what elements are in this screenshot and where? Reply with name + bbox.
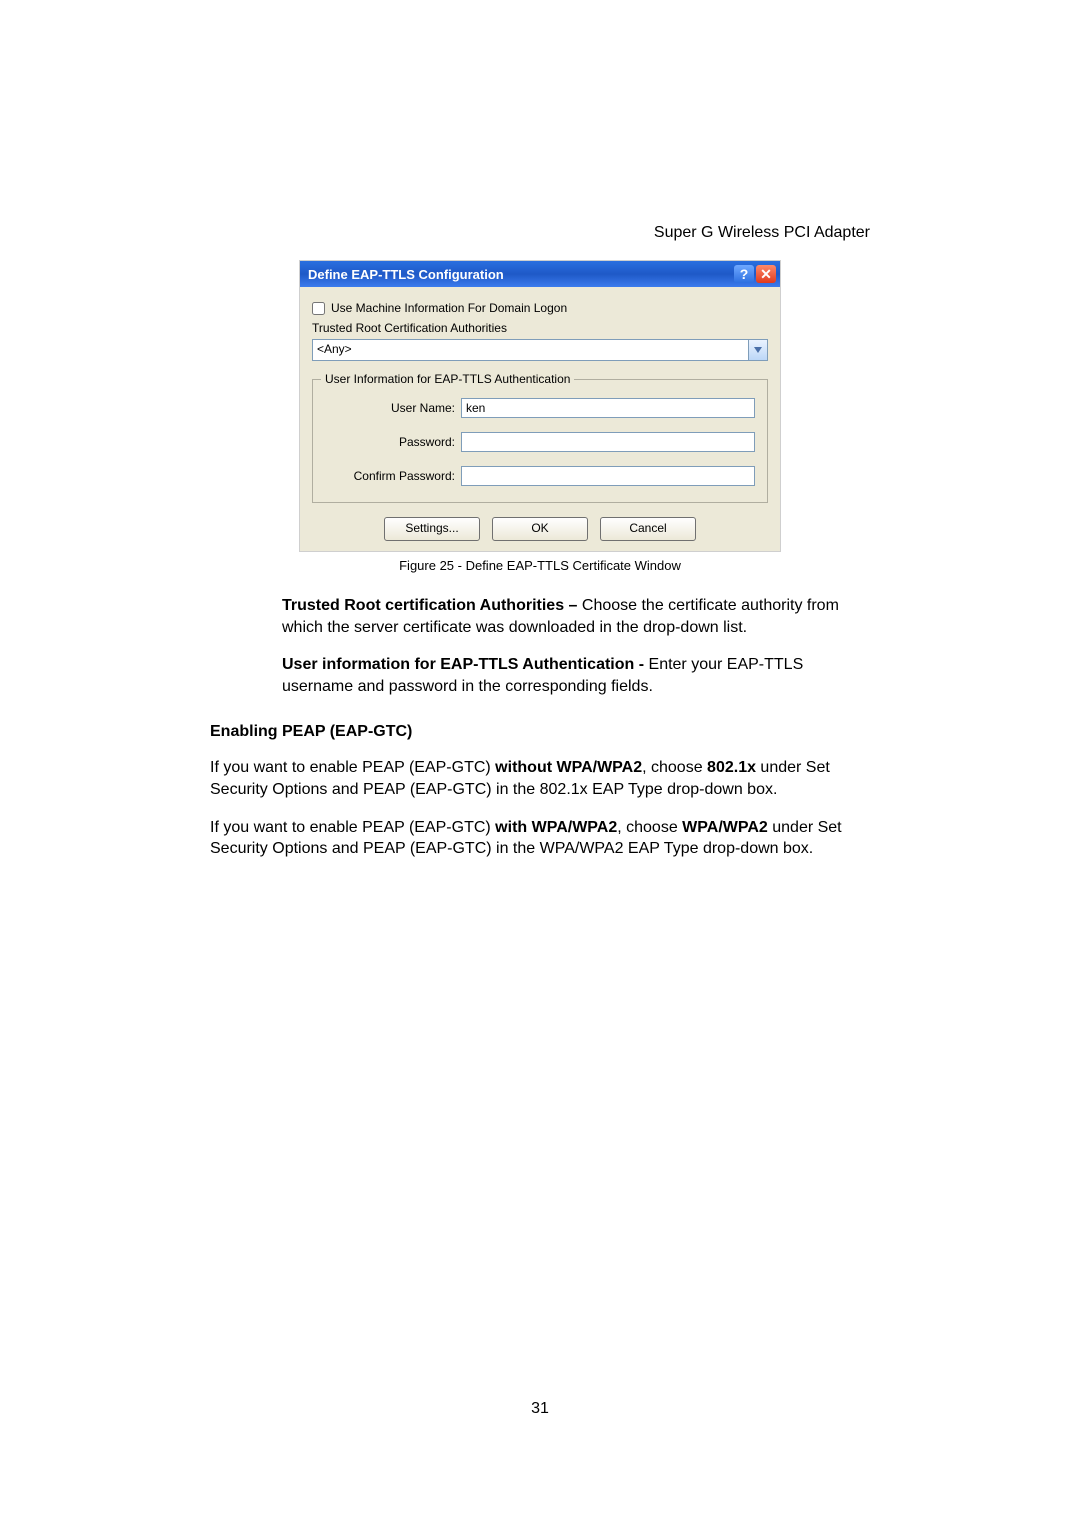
password-label: Password: [325,435,461,449]
close-icon: ✕ [760,266,772,283]
dialog-body: Use Machine Information For Domain Logon… [300,287,780,551]
username-label: User Name: [325,401,461,415]
para-peap-with: If you want to enable PEAP (EAP-GTC) wit… [210,817,870,860]
close-button[interactable]: ✕ [756,265,776,283]
chevron-down-icon [748,340,767,360]
document-page: Super G Wireless PCI Adapter Define EAP-… [0,0,1080,1528]
fieldset-legend: User Information for EAP-TTLS Authentica… [321,372,574,386]
confirm-password-row: Confirm Password: [325,466,755,486]
para-peap-without: If you want to enable PEAP (EAP-GTC) wit… [210,757,870,800]
figure-caption: Figure 25 - Define EAP-TTLS Certificate … [210,558,870,573]
dialog-button-row: Settings... OK Cancel [312,517,768,541]
dialog-title: Define EAP-TTLS Configuration [308,267,732,282]
trusted-root-label: Trusted Root Certification Authorities [312,321,768,335]
trusted-root-value: <Any> [313,340,748,360]
cancel-button[interactable]: Cancel [600,517,696,541]
trusted-root-select[interactable]: <Any> [312,339,768,361]
dialog-container: Define EAP-TTLS Configuration ? ✕ Use Ma… [210,260,870,552]
password-row: Password: [325,432,755,452]
settings-button[interactable]: Settings... [384,517,480,541]
dialog-titlebar: Define EAP-TTLS Configuration ? ✕ [300,261,780,287]
eap-ttls-dialog: Define EAP-TTLS Configuration ? ✕ Use Ma… [299,260,781,552]
para-user-info: User information for EAP-TTLS Authentica… [282,654,860,697]
domain-logon-label: Use Machine Information For Domain Logon [331,301,567,315]
para-trusted-root: Trusted Root certification Authorities –… [282,595,860,638]
user-info-fieldset: User Information for EAP-TTLS Authentica… [312,379,768,503]
page-number: 31 [0,1400,1080,1418]
page-header-right: Super G Wireless PCI Adapter [210,224,870,242]
username-input[interactable] [461,398,755,418]
domain-logon-checkbox-row: Use Machine Information For Domain Logon [312,301,768,315]
body-text: Trusted Root certification Authorities –… [210,595,870,860]
ok-button[interactable]: OK [492,517,588,541]
confirm-password-label: Confirm Password: [325,469,461,483]
question-icon: ? [740,266,749,282]
confirm-password-input[interactable] [461,466,755,486]
section-title-peap: Enabling PEAP (EAP-GTC) [210,723,870,741]
username-row: User Name: [325,398,755,418]
domain-logon-checkbox[interactable] [312,302,325,315]
password-input[interactable] [461,432,755,452]
help-button[interactable]: ? [734,265,754,283]
